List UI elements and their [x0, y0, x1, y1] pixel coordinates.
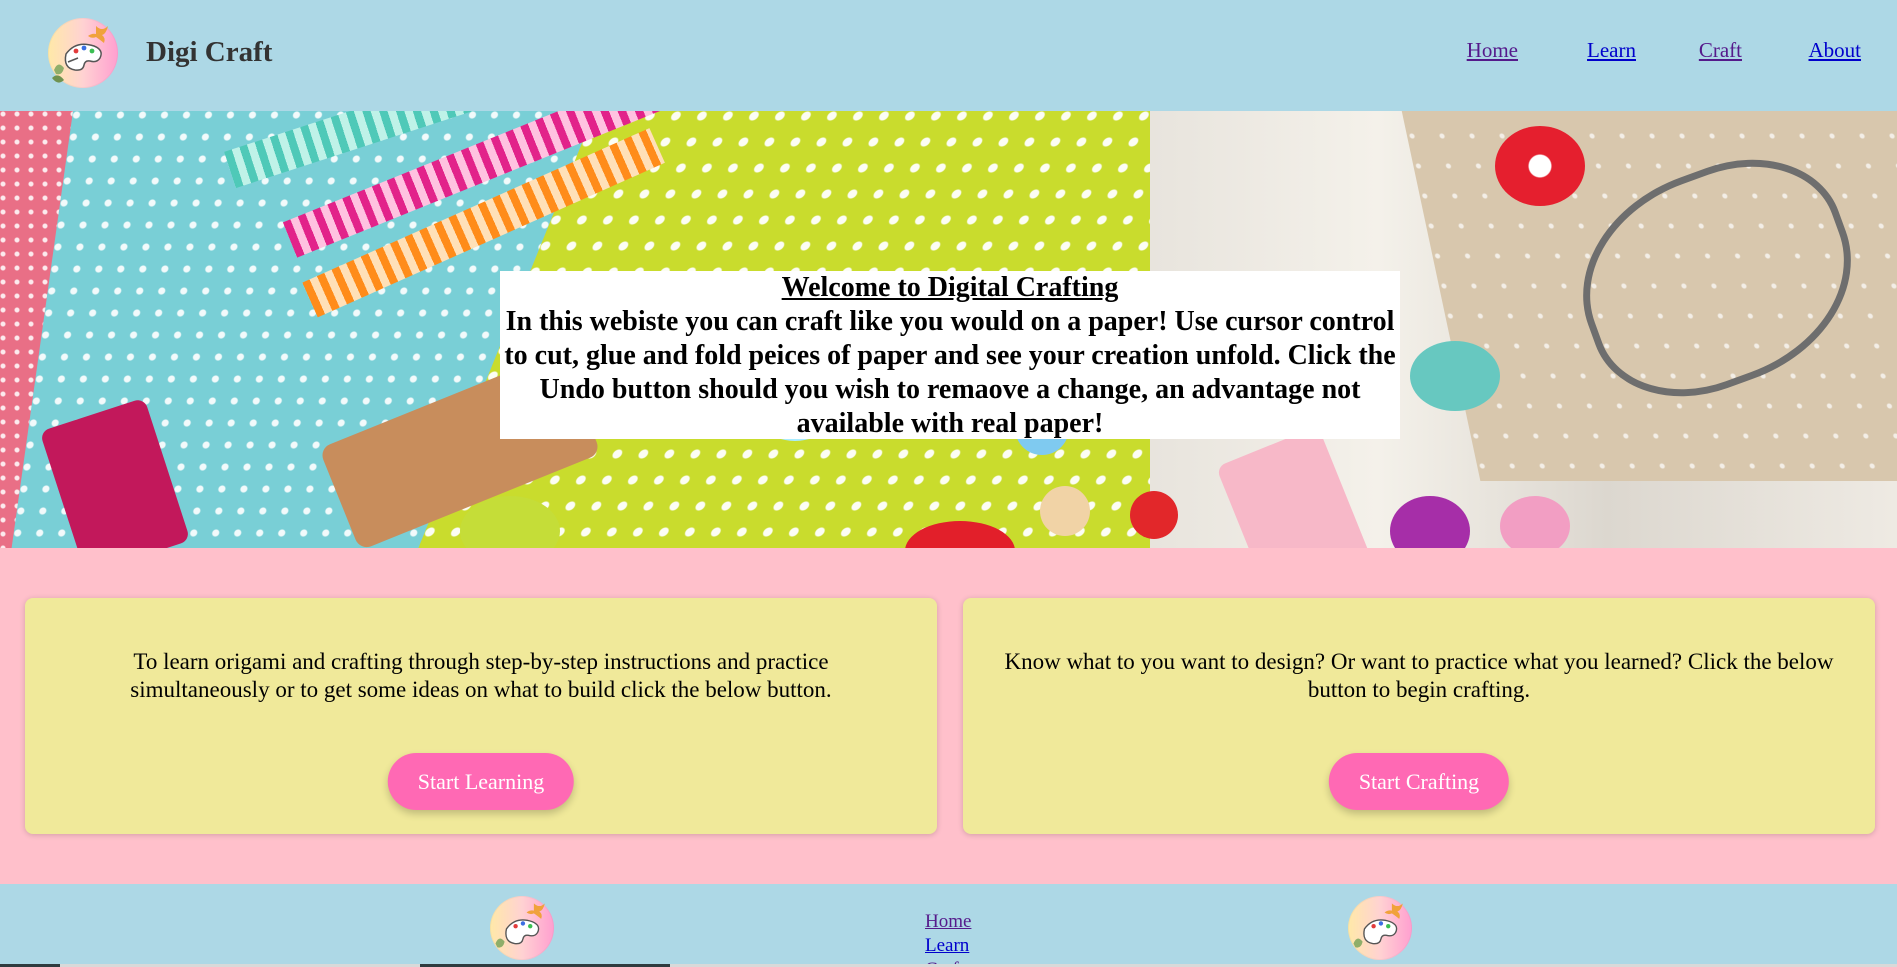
palette-logo-icon [1348, 896, 1412, 960]
craft-card-text: Know what to you want to design? Or want… [1004, 649, 1834, 702]
palette-logo-icon [490, 896, 554, 960]
learn-card: To learn origami and crafting through st… [25, 598, 937, 834]
footer-home-link[interactable]: Home [925, 910, 971, 934]
nav-home-link[interactable]: Home [1467, 38, 1518, 63]
cards-section: To learn origami and crafting through st… [0, 548, 1897, 884]
learn-card-text: To learn origami and crafting through st… [130, 649, 832, 702]
brand-name: Digi Craft [146, 36, 273, 68]
welcome-box: Welcome to Digital Crafting In this webi… [500, 271, 1400, 439]
hero-image-button [1130, 491, 1178, 539]
footer-nav: Home Learn Craft [925, 910, 971, 967]
start-crafting-button[interactable]: Start Crafting [1328, 753, 1510, 810]
hero-image-button [1040, 486, 1090, 536]
palette-logo-icon[interactable] [48, 18, 118, 88]
hero-image-spool [1410, 341, 1500, 411]
hero-image-button [1495, 126, 1585, 206]
nav-about-link[interactable]: About [1809, 38, 1862, 63]
site-footer: Home Learn Craft [0, 884, 1897, 967]
hero-banner: Welcome to Digital Crafting In this webi… [0, 111, 1897, 548]
nav-craft-link[interactable]: Craft [1699, 38, 1742, 63]
footer-learn-link[interactable]: Learn [925, 934, 971, 958]
hero-image-button [1500, 496, 1570, 548]
welcome-text: In this webiste you can craft like you w… [504, 306, 1396, 439]
nav-learn-link[interactable]: Learn [1587, 38, 1636, 63]
craft-card: Know what to you want to design? Or want… [963, 598, 1875, 834]
welcome-title: Welcome to Digital Crafting [781, 272, 1119, 303]
site-header: Digi Craft Home Learn Craft About [0, 0, 1897, 111]
start-learning-button[interactable]: Start Learning [387, 753, 575, 810]
